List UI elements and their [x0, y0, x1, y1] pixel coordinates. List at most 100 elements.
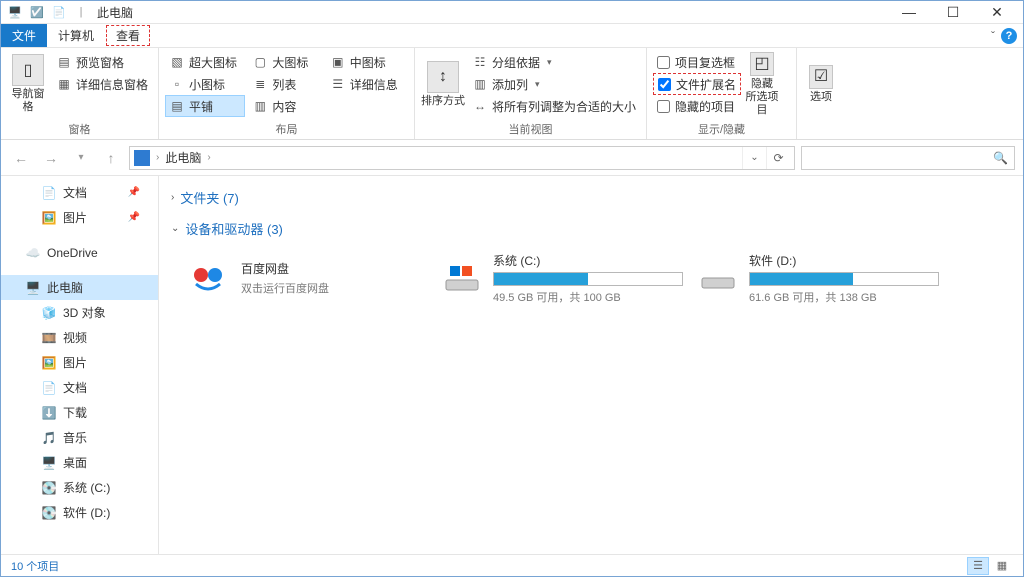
statusbar: 10 个项目 ☰ ▦ — [1, 554, 1023, 576]
desktop-icon: 🖥️ — [41, 455, 57, 471]
help-icon[interactable]: ? — [1001, 28, 1017, 44]
layout-large[interactable]: ▢大图标 — [248, 51, 322, 73]
nav-pane-label: 导航窗格 — [7, 88, 49, 114]
nav-pane-icon: ▯ — [12, 54, 44, 86]
ribbon-collapse-icon[interactable]: ˇ — [991, 29, 995, 43]
menu-computer[interactable]: 计算机 — [47, 24, 105, 47]
drive-tile-baidu[interactable]: 百度网盘 双击运行百度网盘 — [183, 250, 429, 306]
view-tiles-button[interactable]: ▦ — [991, 557, 1013, 575]
sidebar-item-desktop[interactable]: 🖥️桌面 — [1, 450, 158, 475]
details-pane-button[interactable]: ▦详细信息窗格 — [52, 73, 152, 95]
ribbon-group-showhide-label: 显示/隐藏 — [653, 119, 790, 139]
menu-file[interactable]: 文件 — [1, 24, 47, 47]
sortby-button[interactable]: ↕ 排序方式 — [421, 51, 465, 117]
menu-view[interactable]: 查看 — [106, 25, 150, 46]
drive-icon: 💽 — [41, 480, 57, 496]
qat-new-icon[interactable]: 📄 — [49, 2, 69, 22]
preview-pane-button[interactable]: ▤预览窗格 — [52, 51, 152, 73]
drive-c-icon — [441, 255, 483, 301]
group-drives-header[interactable]: ⌄ 设备和驱动器 (3) — [167, 213, 1015, 244]
3d-icon: 🧊 — [41, 305, 57, 321]
sidebar-item-thispc[interactable]: 🖥️此电脑 — [1, 275, 158, 300]
sidebar-item-videos[interactable]: 🎞️视频 — [1, 325, 158, 350]
minimize-button[interactable]: — — [887, 1, 931, 24]
content-pane: › 文件夹 (7) ⌄ 设备和驱动器 (3) 百度网盘 双击运行百度网盘 系统 … — [159, 176, 1023, 554]
close-button[interactable]: ✕ — [975, 1, 1019, 24]
drive-c-usage-bar — [493, 272, 683, 286]
large-icon: ▢ — [252, 54, 268, 70]
hide-selected-button[interactable]: ◰ 隐藏 所选项目 — [744, 51, 780, 117]
ribbon: ▯ 导航窗格 ▤预览窗格 ▦详细信息窗格 窗格 ▧超大图标 ▫小图标 ▤平铺 ▢… — [1, 48, 1023, 140]
video-icon: 🎞️ — [41, 330, 57, 346]
pc-icon — [134, 150, 150, 166]
address-dropdown-button[interactable]: ⌄ — [742, 147, 766, 169]
layout-tiles[interactable]: ▤平铺 — [165, 95, 245, 117]
sortby-icon: ↕ — [427, 61, 459, 93]
addcolumns-button[interactable]: ▥添加列▾ — [468, 73, 640, 95]
content-icon: ▥ — [252, 98, 268, 114]
chevron-right-icon[interactable]: › — [207, 152, 210, 163]
music-icon: 🎵 — [41, 430, 57, 446]
sidebar-item-3dobjects[interactable]: 🧊3D 对象 — [1, 300, 158, 325]
layout-small[interactable]: ▫小图标 — [165, 73, 245, 95]
search-icon: 🔍 — [993, 151, 1008, 165]
options-button[interactable]: ☑ 选项 — [803, 51, 839, 117]
ribbon-group-options: ☑ 选项 — [797, 48, 845, 139]
document-icon: 📄 — [41, 185, 57, 201]
qat-properties-icon[interactable]: ☑️ — [27, 2, 47, 22]
layout-medium[interactable]: ▣中图标 — [326, 51, 408, 73]
baidu-icon — [185, 255, 231, 301]
search-box[interactable]: 🔍 — [801, 146, 1015, 170]
address-bar[interactable]: › 此电脑 › ⌄ ⟳ — [129, 146, 795, 170]
ribbon-group-currentview: ↕ 排序方式 ☷分组依据▾ ▥添加列▾ ↔将所有列调整为合适的大小 当前视图 — [415, 48, 647, 139]
group-folders-header[interactable]: › 文件夹 (7) — [167, 182, 1015, 213]
sidebar-item-pictures[interactable]: 🖼️图片📌 — [1, 205, 158, 230]
drive-tile-c[interactable]: 系统 (C:) 49.5 GB 可用，共 100 GB — [439, 250, 685, 306]
sidebar-item-music[interactable]: 🎵音乐 — [1, 425, 158, 450]
sidebar-item-documents[interactable]: 📄文档📌 — [1, 180, 158, 205]
nav-pane-button[interactable]: ▯ 导航窗格 — [7, 51, 49, 117]
addcolumns-icon: ▥ — [472, 76, 488, 92]
layout-list[interactable]: ≣列表 — [248, 73, 322, 95]
chevron-right-icon[interactable]: › — [156, 152, 159, 163]
sidebar-item-drive-d[interactable]: 💽软件 (D:) — [1, 500, 158, 525]
sidebar-item-drive-c[interactable]: 💽系统 (C:) — [1, 475, 158, 500]
layout-details[interactable]: ☰详细信息 — [326, 73, 408, 95]
checkbox-hidden-items[interactable]: 隐藏的项目 — [653, 95, 741, 117]
up-button[interactable]: ↑ — [99, 146, 123, 170]
forward-button[interactable]: → — [39, 146, 63, 170]
drive-tile-d[interactable]: 软件 (D:) 61.6 GB 可用，共 138 GB — [695, 250, 941, 306]
window-controls: — ☐ ✕ — [887, 1, 1019, 24]
groupby-icon: ☷ — [472, 54, 488, 70]
recent-locations-button[interactable]: ▾ — [69, 146, 93, 170]
sidebar-item-onedrive[interactable]: ☁️OneDrive — [1, 240, 158, 265]
sidebar-item-documents2[interactable]: 📄文档 — [1, 375, 158, 400]
layout-extralarge[interactable]: ▧超大图标 — [165, 51, 245, 73]
address-segment[interactable]: 此电脑 — [165, 149, 201, 166]
maximize-button[interactable]: ☐ — [931, 1, 975, 24]
layout-content[interactable]: ▥内容 — [248, 95, 322, 117]
download-icon: ⬇️ — [41, 405, 57, 421]
back-button[interactable]: ← — [9, 146, 33, 170]
titlebar: 🖥️ ☑️ 📄 | 此电脑 — ☐ ✕ — [1, 1, 1023, 24]
pin-icon: 📌 — [128, 212, 140, 223]
quick-access-toolbar: 🖥️ ☑️ 📄 | — [5, 2, 91, 22]
ribbon-group-showhide: 项目复选框 文件扩展名 隐藏的项目 ◰ 隐藏 所选项目 显示/隐藏 — [647, 48, 797, 139]
drive-d-icon — [697, 255, 739, 301]
view-details-button[interactable]: ☰ — [967, 557, 989, 575]
address-bar-row: ← → ▾ ↑ › 此电脑 › ⌄ ⟳ 🔍 — [1, 140, 1023, 176]
sidebar-item-downloads[interactable]: ⬇️下载 — [1, 400, 158, 425]
menubar: 文件 计算机 查看 ˇ ? — [1, 24, 1023, 48]
checkbox-file-extensions[interactable]: 文件扩展名 — [653, 73, 741, 95]
extralarge-icon: ▧ — [169, 54, 185, 70]
small-icon: ▫ — [169, 76, 185, 92]
refresh-button[interactable]: ⟳ — [766, 147, 790, 169]
sidebar-item-pictures2[interactable]: 🖼️图片 — [1, 350, 158, 375]
checkbox-item-checkboxes[interactable]: 项目复选框 — [653, 51, 741, 73]
sizeall-button[interactable]: ↔将所有列调整为合适的大小 — [468, 95, 640, 117]
groupby-button[interactable]: ☷分组依据▾ — [468, 51, 640, 73]
window-title: 此电脑 — [97, 4, 133, 21]
group-drives-items: 百度网盘 双击运行百度网盘 系统 (C:) 49.5 GB 可用，共 100 G… — [167, 244, 1015, 320]
ribbon-group-currentview-label: 当前视图 — [421, 119, 640, 139]
ribbon-group-panes: ▯ 导航窗格 ▤预览窗格 ▦详细信息窗格 窗格 — [1, 48, 159, 139]
